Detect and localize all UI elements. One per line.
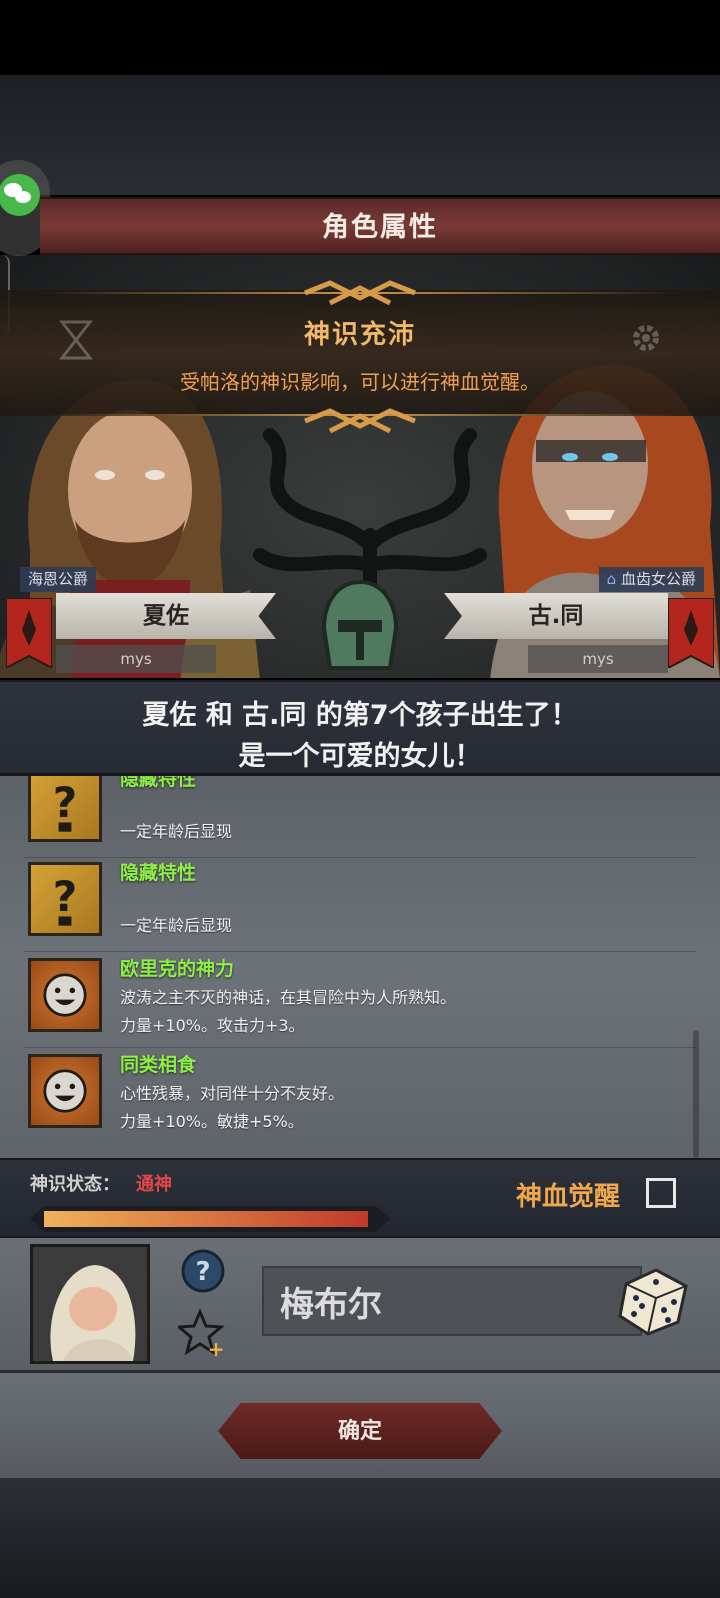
announcement-line-1: 夏佐 和 古.同 的第7个孩子出生了！: [142, 700, 578, 731]
father-house-flag-icon: [6, 598, 52, 668]
ornament-knot-icon: [304, 408, 416, 434]
bottom-backdrop: [0, 1478, 720, 1598]
smiley-sun-icon: [28, 1054, 102, 1128]
mother-house-flag-icon: [668, 598, 714, 668]
trait-desc: 波涛之主不灭的神话，在其冒险中为人所熟知。: [120, 988, 457, 1007]
confirm-button[interactable]: 确定: [218, 1403, 502, 1459]
trait-item: ? 隐藏特性 一定年龄后显现: [0, 856, 720, 952]
awaken-label: 神血觉醒: [516, 1182, 621, 1212]
header-backdrop: [0, 75, 720, 195]
mother-name: 古.同: [444, 593, 668, 639]
title-bar: 角色属性: [40, 197, 720, 255]
announcement-line-2: 是一个可爱的女儿！: [238, 741, 482, 772]
wechat-icon: [0, 174, 40, 216]
page-title: 角色属性: [322, 212, 438, 243]
svg-text:?: ?: [53, 872, 78, 921]
trait-name: 隐藏特性: [120, 862, 197, 884]
trait-item: 同类相食 心性残暴，对同伴十分不友好。 力量+10%。敏捷+5%。: [0, 1048, 720, 1144]
dice-icon[interactable]: [612, 1260, 692, 1340]
mother-title-text: 血齿女公爵: [620, 570, 696, 588]
helmet-icon: [321, 579, 399, 670]
svg-text:?: ?: [53, 778, 78, 827]
status-value: 通神: [136, 1174, 172, 1195]
help-icon[interactable]: ?: [180, 1248, 226, 1294]
banner-title: 神识充沛: [303, 320, 416, 350]
traits-list[interactable]: ? 隐藏特性 一定年龄后显现 ? 隐藏特性 一定年龄后显现 欧里克的神力 波涛之…: [0, 776, 720, 1158]
svg-text:+: +: [208, 1337, 225, 1358]
child-name-input[interactable]: [262, 1266, 642, 1336]
father-house: mys: [56, 645, 216, 673]
divine-progress-fill: [44, 1211, 368, 1227]
trait-name: 欧里克的神力: [120, 958, 235, 980]
trait-name: 同类相食: [120, 1054, 197, 1076]
trait-effect: 力量+10%。攻击力+3。: [120, 1016, 305, 1035]
question-mark-icon: ?: [28, 776, 102, 842]
baby-icon: [33, 1247, 147, 1361]
divine-status-panel: 神识状态： 通神 神血觉醒: [0, 1158, 720, 1238]
traits-scrollbar[interactable]: [693, 1030, 699, 1158]
birth-announcement: 夏佐 和 古.同 的第7个孩子出生了！ 是一个可爱的女儿！: [0, 680, 720, 776]
trait-desc: 心性残暴，对同伴十分不友好。: [120, 1084, 345, 1103]
child-name-panel: ? +: [0, 1238, 720, 1370]
status-label: 神识状态：: [30, 1174, 120, 1195]
ornament-knot-icon: [304, 280, 416, 306]
father-title: 海恩公爵: [20, 567, 97, 592]
smiley-sun-icon: [28, 958, 102, 1032]
awakening-banner: [0, 290, 720, 416]
trait-desc: 一定年龄后显现: [120, 916, 233, 935]
svg-text:?: ?: [195, 1257, 210, 1287]
trait-effect: 力量+10%。敏捷+5%。: [120, 1112, 304, 1131]
star-plus-icon[interactable]: +: [178, 1308, 228, 1358]
question-mark-icon: ?: [28, 862, 102, 936]
banner-subtitle: 受帕洛的神识影响，可以进行神血觉醒。: [180, 370, 540, 394]
baby-portrait: [30, 1244, 150, 1364]
trait-desc: 一定年龄后显现: [120, 822, 233, 841]
awaken-checkbox[interactable]: [646, 1178, 676, 1208]
trait-item: ? 隐藏特性 一定年龄后显现: [0, 776, 720, 858]
confirm-area: 确定: [0, 1370, 720, 1478]
trait-item: 欧里克的神力 波涛之主不灭的神话，在其冒险中为人所熟知。 力量+10%。攻击力+…: [0, 952, 720, 1048]
father-name: 夏佐: [56, 593, 276, 639]
top-black-bar: [0, 0, 720, 75]
crown-icon: ⌂: [606, 570, 617, 588]
trait-name: 隐藏特性: [120, 776, 197, 790]
mother-house: mys: [528, 645, 668, 673]
mother-title: ⌂ 血齿女公爵: [598, 567, 704, 592]
